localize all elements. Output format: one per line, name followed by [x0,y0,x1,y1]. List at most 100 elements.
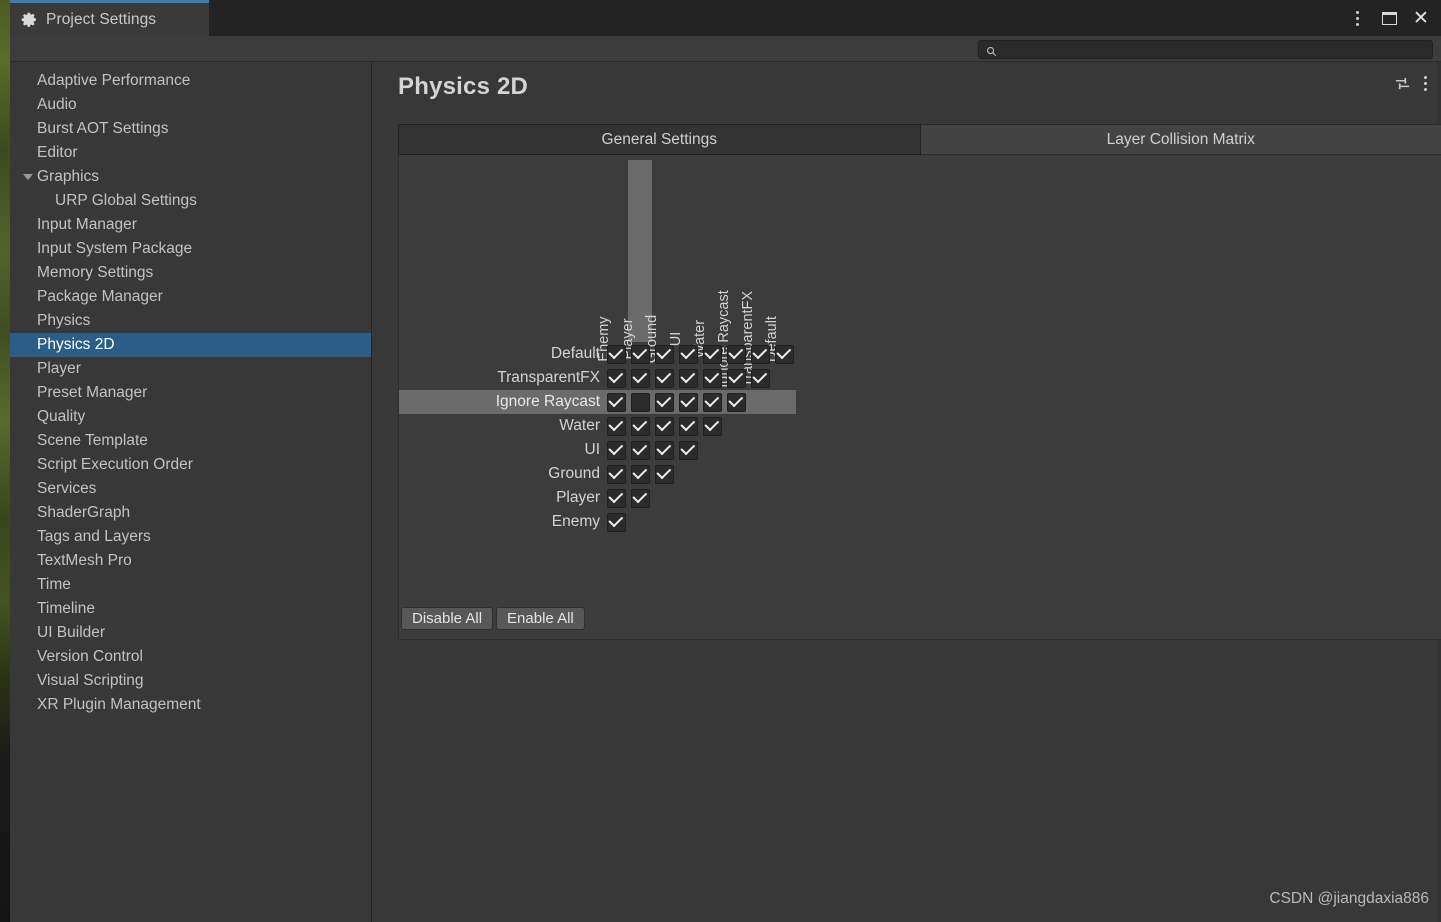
sidebar-item-urp-global-settings[interactable]: URP Global Settings [10,189,371,213]
more-options-icon[interactable] [1424,76,1427,91]
sidebar-item-audio[interactable]: Audio [10,93,371,117]
sidebar-item-xr-plugin-management[interactable]: XR Plugin Management [10,693,371,717]
matrix-row-cells [604,510,628,534]
matrix-checkbox[interactable] [628,462,652,486]
matrix-checkbox[interactable] [604,390,628,414]
sidebar-item-player[interactable]: Player [10,357,371,381]
disable-all-button[interactable]: Disable All [401,607,494,630]
chevron-down-icon[interactable] [23,174,33,180]
sidebar-item-adaptive-performance[interactable]: Adaptive Performance [10,69,371,93]
sidebar-item-physics[interactable]: Physics [10,309,371,333]
matrix-checkbox[interactable] [604,414,628,438]
sidebar-item-label: ShaderGraph [37,504,131,521]
matrix-row-label: TransparentFX [497,369,600,386]
matrix-checkbox[interactable] [604,366,628,390]
matrix-checkbox[interactable] [652,462,676,486]
matrix-row: Ignore Raycast [399,390,796,414]
maximize-button[interactable] [1375,4,1403,32]
matrix-checkbox[interactable] [604,342,628,366]
checkmark-icon [702,368,722,388]
sidebar-item-input-system-package[interactable]: Input System Package [10,237,371,261]
close-button[interactable]: ✕ [1407,4,1435,32]
checkmark-icon [654,416,674,436]
window-tab-project-settings[interactable]: Project Settings [10,3,209,36]
matrix-checkbox[interactable] [676,366,700,390]
matrix-checkbox[interactable] [628,366,652,390]
sidebar-item-visual-scripting[interactable]: Visual Scripting [10,669,371,693]
tab-label: General Settings [601,130,717,148]
sidebar-item-time[interactable]: Time [10,573,371,597]
enable-all-button[interactable]: Enable All [496,607,585,630]
checkmark-icon [606,488,626,508]
window-menu-button[interactable] [1343,4,1371,32]
search-box[interactable] [978,40,1433,59]
sidebar-item-label: Burst AOT Settings [37,120,169,137]
matrix-row-label: Default [550,345,600,362]
matrix-checkbox[interactable] [700,414,724,438]
tab-general-settings[interactable]: General Settings [398,124,921,155]
tab-layer-collision-matrix[interactable]: Layer Collision Matrix [920,124,1441,155]
matrix-checkbox[interactable] [700,342,724,366]
matrix-checkbox[interactable] [724,342,748,366]
settings-body: Adaptive Performance Audio Burst AOT Setti… [10,62,1441,922]
sidebar-item-timeline[interactable]: Timeline [10,597,371,621]
matrix-checkbox[interactable] [628,486,652,510]
sidebar-item-label: Adaptive Performance [37,72,191,89]
sidebar-item-tags-and-layers[interactable]: Tags and Layers [10,525,371,549]
matrix-checkbox[interactable] [748,342,772,366]
matrix-checkbox[interactable] [628,414,652,438]
matrix-checkbox[interactable] [604,486,628,510]
sidebar-item-script-execution-order[interactable]: Script Execution Order [10,453,371,477]
matrix-checkbox[interactable] [652,342,676,366]
matrix-row-label: Player [556,489,600,506]
sidebar-item-scene-template[interactable]: Scene Template [10,429,371,453]
matrix-row-cells [604,462,676,486]
matrix-checkbox[interactable] [652,438,676,462]
sidebar-item-ui-builder[interactable]: UI Builder [10,621,371,645]
matrix-column-header: Enemy [596,160,628,361]
sidebar-item-quality[interactable]: Quality [10,405,371,429]
matrix-checkbox[interactable] [724,390,748,414]
matrix-checkbox[interactable] [604,462,628,486]
matrix-checkbox[interactable] [700,390,724,414]
sidebar-item-graphics[interactable]: Graphics [10,165,371,189]
sidebar-item-services[interactable]: Services [10,477,371,501]
matrix-checkbox[interactable] [652,366,676,390]
matrix-checkbox[interactable] [604,438,628,462]
sidebar-item-textmesh-pro[interactable]: TextMesh Pro [10,549,371,573]
matrix-checkbox[interactable] [676,390,700,414]
matrix-checkbox[interactable] [772,342,796,366]
close-x-icon: ✕ [1413,7,1429,29]
sidebar-item-label: Version Control [37,648,143,665]
checkmark-icon [654,344,674,364]
settings-sidebar[interactable]: Adaptive Performance Audio Burst AOT Setti… [10,62,372,922]
matrix-checkbox[interactable] [652,414,676,438]
checkmark-icon [702,392,722,412]
sidebar-item-version-control[interactable]: Version Control [10,645,371,669]
sidebar-item-memory-settings[interactable]: Memory Settings [10,261,371,285]
sidebar-item-package-manager[interactable]: Package Manager [10,285,371,309]
sidebar-item-label: Memory Settings [37,264,154,281]
matrix-checkbox[interactable] [676,342,700,366]
sidebar-item-shadergraph[interactable]: ShaderGraph [10,501,371,525]
matrix-checkbox[interactable] [628,342,652,366]
sidebar-item-label: Script Execution Order [37,456,193,473]
matrix-checkbox[interactable] [724,366,748,390]
search-input[interactable] [1002,43,1432,56]
settings-sliders-icon[interactable] [1394,76,1411,91]
matrix-checkbox[interactable] [604,510,628,534]
matrix-checkbox[interactable] [700,366,724,390]
checkmark-icon [630,440,650,460]
sidebar-item-preset-manager[interactable]: Preset Manager [10,381,371,405]
matrix-checkbox[interactable] [628,390,652,414]
matrix-checkbox[interactable] [748,366,772,390]
sidebar-item-physics-2d[interactable]: Physics 2D [10,333,371,357]
matrix-checkbox[interactable] [652,390,676,414]
sidebar-item-burst-aot-settings[interactable]: Burst AOT Settings [10,117,371,141]
sidebar-item-input-manager[interactable]: Input Manager [10,213,371,237]
matrix-checkbox[interactable] [628,438,652,462]
checkmark-icon [654,392,674,412]
sidebar-item-editor[interactable]: Editor [10,141,371,165]
matrix-checkbox[interactable] [676,438,700,462]
matrix-checkbox[interactable] [676,414,700,438]
